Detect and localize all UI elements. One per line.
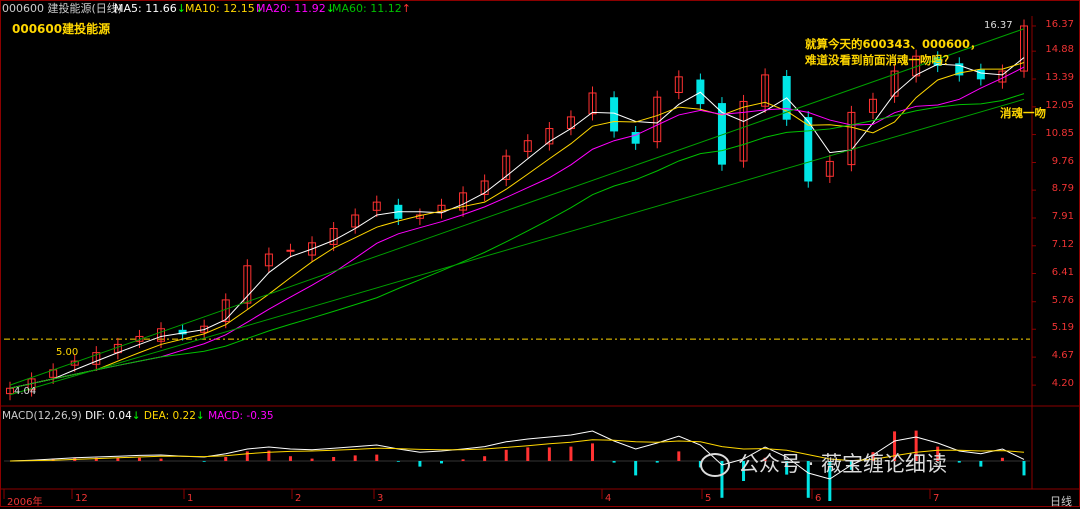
trend-line-lower — [9, 98, 1025, 396]
annotation-line-2: 难道没看到前面消魂一吻吗？ — [805, 53, 955, 67]
kiss-label: 消魂一吻 — [1000, 106, 1046, 120]
y-tick-label: 7.91 — [1051, 210, 1074, 222]
annotation-line-1: 就算今天的600343、000600， — [805, 37, 982, 51]
x-tick-label: 2006年 — [7, 497, 43, 508]
price-low-label: 4.04 — [14, 386, 37, 397]
watermark: 公众号 · 薇宝缠论细读 — [700, 448, 947, 478]
x-tick-label: 1 — [187, 493, 194, 504]
trend-line-upper — [9, 28, 1025, 386]
ma20-readout: MA20: 11.92↓ — [256, 2, 335, 15]
candle-body — [976, 69, 985, 80]
x-tick-label: 2 — [295, 493, 302, 504]
candle-body — [804, 117, 813, 182]
y-tick-label: 8.79 — [1051, 183, 1074, 195]
y-tick-label: 5.76 — [1051, 294, 1074, 306]
chart-title: 000600建投能源 — [12, 22, 111, 36]
y-tick-label: 6.41 — [1051, 266, 1074, 278]
ma60-readout: MA60: 11.12↑ — [332, 2, 411, 15]
y-tick-label: 13.39 — [1045, 72, 1074, 84]
macd-header: MACD(12,26,9) DIF: 0.04↓ DEA: 0.22↓ MACD… — [2, 410, 274, 422]
candle-body — [286, 249, 295, 252]
y-tick-label: 4.20 — [1051, 378, 1074, 390]
ma20-line — [9, 66, 1025, 389]
y-tick-label: 12.05 — [1045, 99, 1074, 111]
wechat-icon — [700, 453, 730, 477]
x-tick-label: 6 — [815, 493, 822, 504]
y-tick-label: 9.76 — [1051, 155, 1074, 167]
chart-canvas — [0, 0, 1080, 507]
stock-code-name: 000600 建投能源(日线) — [2, 2, 123, 15]
x-tick-label: 4 — [605, 493, 612, 504]
y-tick-label: 10.85 — [1045, 127, 1074, 139]
x-tick-label: 7 — [933, 493, 940, 504]
outer-frame — [0, 0, 1080, 507]
ma5-readout: MA5: 11.66↓ — [114, 2, 186, 15]
ma10-readout: MA10: 12.15↓ — [185, 2, 264, 15]
y-tick-label: 5.19 — [1051, 322, 1074, 334]
x-tick-label: 5 — [705, 493, 712, 504]
x-tick-label: 3 — [377, 493, 384, 504]
price-high-label: 16.37 — [984, 20, 1013, 31]
y-tick-label: 16.37 — [1045, 18, 1074, 30]
y-tick-label: 7.12 — [1051, 238, 1074, 250]
y-tick-label: 14.88 — [1045, 44, 1074, 56]
y-tick-label: 4.67 — [1051, 350, 1074, 362]
x-tick-label: 12 — [75, 493, 88, 504]
level-label: 5.00 — [56, 347, 79, 358]
